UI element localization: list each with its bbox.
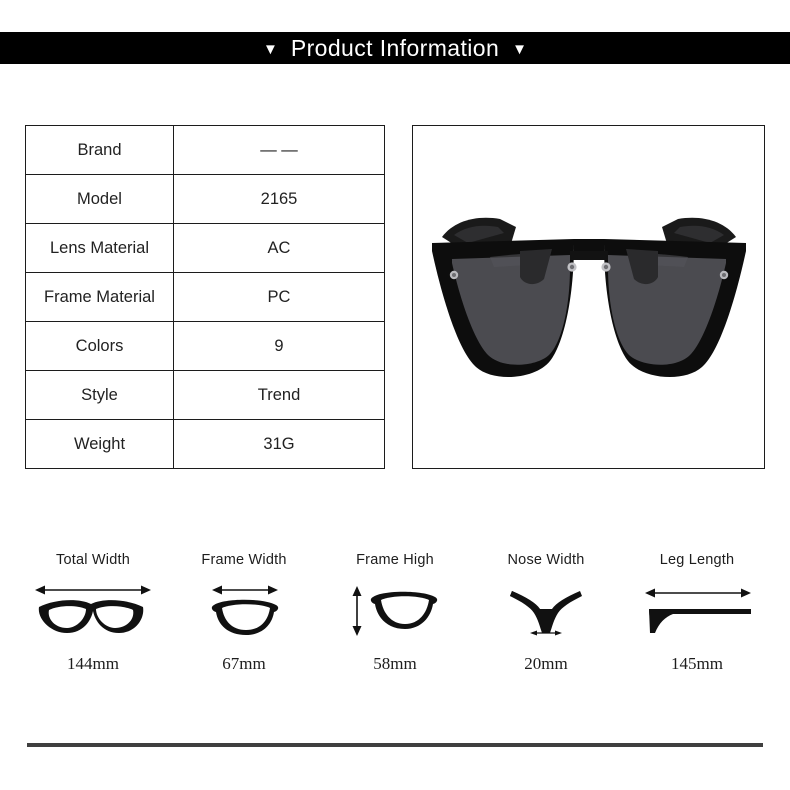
bottom-divider: [27, 743, 763, 747]
table-row: Brand — —: [26, 126, 384, 175]
measurement-frame-width: Frame Width 67mm: [169, 552, 319, 674]
measurement-label: Frame Width: [201, 552, 287, 568]
spec-value: 9: [274, 336, 284, 355]
product-information-banner: ▼ Product Information ▼: [0, 32, 790, 64]
spec-key: Frame Material: [26, 273, 174, 321]
spec-key: Style: [26, 371, 174, 419]
table-row: Colors 9: [26, 322, 384, 371]
spec-value: AC: [267, 238, 291, 257]
measurement-total-width: Total Width 144mm: [18, 552, 168, 674]
triangle-down-left-icon: ▼: [262, 40, 278, 58]
spec-value: 31G: [263, 434, 295, 453]
table-row: Weight 31G: [26, 420, 384, 468]
triangle-down-right-icon: ▼: [512, 40, 528, 58]
product-photo-panel: [412, 125, 765, 469]
measurements-strip: Total Width 144mm Frame Width 67mm Frame…: [18, 552, 772, 674]
measurement-label: Nose Width: [507, 552, 585, 568]
temple-arm-icon: [633, 580, 761, 642]
page-title: Product Information: [290, 34, 500, 61]
spec-value: Trend: [257, 385, 301, 404]
spec-key: Lens Material: [26, 224, 174, 272]
measurement-value: 144mm: [67, 654, 119, 673]
nose-bridge-icon: [482, 580, 610, 642]
spec-key: Model: [26, 175, 174, 223]
measurement-leg-length: Leg Length 145mm: [622, 552, 772, 674]
spec-value: 2165: [260, 189, 298, 208]
spec-key: Brand: [26, 126, 174, 174]
measurement-value: 67mm: [222, 654, 266, 673]
glasses-total-width-icon: [29, 580, 157, 642]
measurement-label: Leg Length: [659, 552, 735, 568]
spec-value: PC: [267, 287, 291, 306]
measurement-nose-width: Nose Width 20mm: [471, 552, 621, 674]
measurement-value: 58mm: [373, 654, 417, 673]
measurement-value: 145mm: [671, 654, 723, 673]
table-row: Lens Material AC: [26, 224, 384, 273]
measurement-value: 20mm: [524, 654, 568, 673]
specification-table: Brand — — Model 2165 Lens Material AC Fr…: [25, 125, 385, 469]
table-row: Frame Material PC: [26, 273, 384, 322]
spec-value: — —: [260, 140, 298, 159]
spec-key: Colors: [26, 322, 174, 370]
lens-frame-height-icon: [331, 580, 459, 642]
spec-key: Weight: [26, 420, 174, 468]
measurement-frame-high: Frame High 58mm: [320, 552, 470, 674]
measurement-label: Frame High: [356, 552, 434, 568]
table-row: Style Trend: [26, 371, 384, 420]
sunglasses-product-image: [431, 217, 746, 378]
lens-frame-width-icon: [180, 580, 308, 642]
measurement-label: Total Width: [56, 552, 130, 568]
table-row: Model 2165: [26, 175, 384, 224]
